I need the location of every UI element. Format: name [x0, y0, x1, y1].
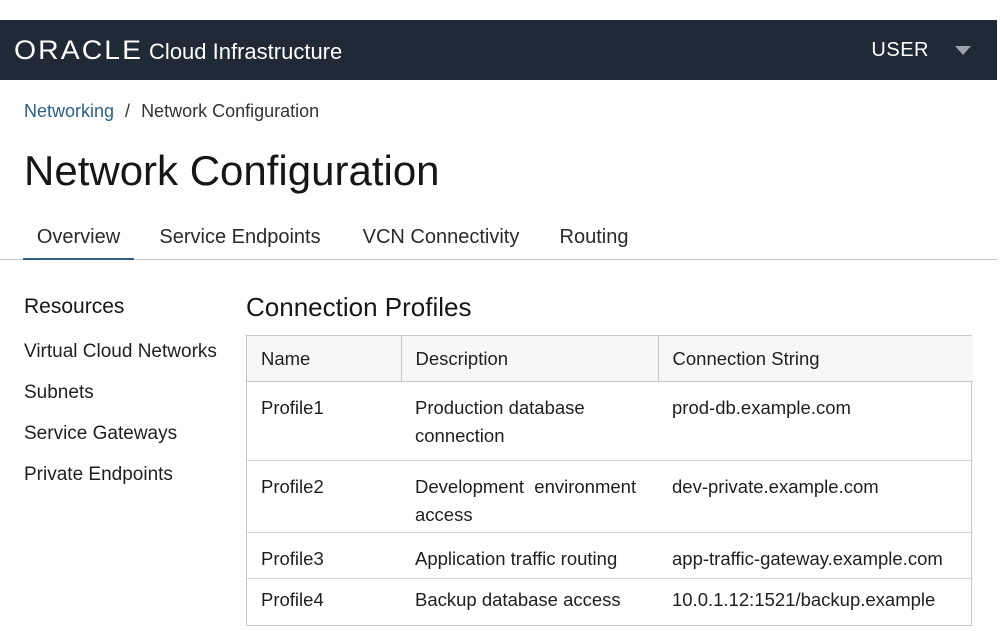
- top-header: ORACLE Cloud Infrastructure USER: [0, 20, 997, 80]
- resources-sidebar: Resources Virtual Cloud Networks Subnets…: [24, 295, 217, 505]
- cell-connection-string: dev-private.example.com: [658, 459, 973, 532]
- tab-routing[interactable]: Routing: [551, 226, 637, 260]
- user-menu[interactable]: USER: [871, 39, 983, 62]
- cell-description: Development environment access: [401, 459, 658, 532]
- column-header-connection-string[interactable]: Connection String: [657, 336, 973, 382]
- tab-service-endpoints[interactable]: Service Endpoints: [150, 226, 330, 260]
- sidebar-item-virtual-cloud-networks[interactable]: Virtual Cloud Networks: [24, 341, 217, 382]
- oracle-wordmark: ORACLE: [14, 34, 144, 65]
- column-header-description[interactable]: Description: [400, 336, 658, 382]
- table-row[interactable]: Profile2 Development environment access …: [247, 459, 973, 532]
- column-header-name[interactable]: Name: [247, 336, 401, 382]
- product-name: Cloud Infrastructure: [149, 38, 343, 64]
- connection-profiles-table: Name Description Connection String Profi…: [246, 335, 973, 626]
- cell-description: Production database connection: [401, 380, 658, 460]
- cell-description: Application traffic routing: [401, 531, 658, 578]
- tab-bar: Overview Service Endpoints VCN Connectiv…: [0, 220, 997, 260]
- page-title: Network Configuration: [24, 147, 440, 194]
- table-row[interactable]: Profile4 Backup database access 10.0.1.1…: [247, 577, 973, 626]
- sidebar-item-service-gateways[interactable]: Service Gateways: [24, 423, 217, 464]
- cell-connection-string: prod-db.example.com: [658, 380, 973, 460]
- table-header-row: Name Description Connection String: [247, 336, 973, 382]
- sidebar-title: Resources: [24, 295, 125, 318]
- table-row[interactable]: Profile3 Application traffic routing app…: [247, 531, 973, 578]
- cell-name: Profile4: [247, 577, 401, 626]
- tab-vcn-connectivity[interactable]: VCN Connectivity: [352, 226, 530, 260]
- sidebar-item-private-endpoints[interactable]: Private Endpoints: [24, 464, 217, 505]
- table-row[interactable]: Profile1 Production database connection …: [247, 380, 973, 460]
- cell-name: Profile1: [247, 380, 401, 460]
- cell-description: Backup database access: [401, 577, 658, 626]
- user-label: USER: [871, 38, 929, 61]
- breadcrumb-separator: /: [125, 101, 131, 121]
- breadcrumb: Networking / Network Configuration: [24, 101, 319, 122]
- cell-connection-string: 10.0.1.12:1521/backup.example: [658, 577, 973, 626]
- chevron-down-icon[interactable]: [955, 45, 971, 55]
- sidebar-item-subnets[interactable]: Subnets: [24, 382, 217, 423]
- breadcrumb-current: Network Configuration: [141, 101, 320, 121]
- tab-overview[interactable]: Overview: [23, 226, 134, 260]
- breadcrumb-networking-link[interactable]: Networking: [24, 101, 114, 122]
- section-title: Connection Profiles: [246, 292, 472, 322]
- cell-name: Profile2: [247, 459, 401, 532]
- cell-name: Profile3: [247, 531, 401, 578]
- brand-logo[interactable]: ORACLE Cloud Infrastructure: [14, 35, 342, 66]
- cell-connection-string: app-traffic-gateway.example.com: [658, 531, 973, 578]
